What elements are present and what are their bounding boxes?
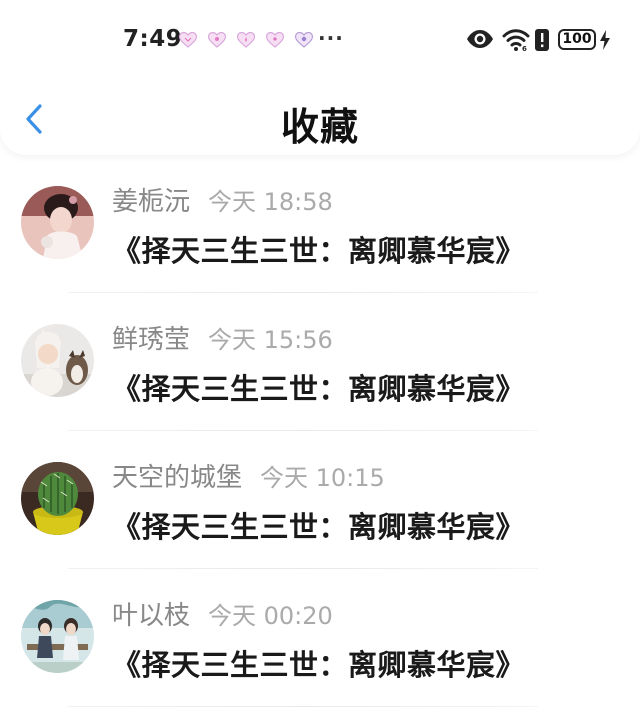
- avatar[interactable]: [21, 324, 94, 397]
- more-notifications-indicator: ···: [318, 26, 344, 50]
- nav-bar: 收藏: [0, 90, 640, 150]
- divider: [68, 706, 538, 707]
- timestamp: 今天 15:56: [208, 326, 333, 354]
- user-name[interactable]: 叶以枝: [112, 601, 190, 631]
- svg-text:6: 6: [522, 45, 527, 52]
- item-meta: 鲜琇莹 今天 15:56: [112, 319, 333, 355]
- user-name[interactable]: 天空的城堡: [112, 463, 242, 493]
- notification-icons: [178, 31, 314, 51]
- favorite-title[interactable]: 《择天三生三世：离卿慕华宸》: [112, 504, 525, 546]
- heart-icon: [236, 31, 256, 48]
- charging-icon: [600, 30, 610, 50]
- avatar[interactable]: [21, 462, 94, 535]
- timestamp: 今天 10:15: [260, 464, 385, 492]
- heart-icon: [265, 31, 285, 48]
- item-meta: 天空的城堡 今天 10:15: [112, 457, 385, 493]
- timestamp: 今天 00:20: [208, 602, 333, 630]
- eye-icon: [467, 30, 493, 48]
- list-item[interactable]: 叶以枝 今天 00:20 《择天三生三世：离卿慕华宸》: [0, 569, 640, 707]
- page-title: 收藏: [280, 105, 359, 149]
- favorites-list: 姜栀沅 今天 18:58 《择天三生三世：离卿慕华宸》 鲜琇莹 今天 15:56…: [0, 155, 640, 707]
- wifi-icon: 6: [502, 29, 530, 52]
- status-bar: 7:49 ··· 6 100: [0, 0, 640, 80]
- item-meta: 叶以枝 今天 00:20: [112, 595, 333, 631]
- alert-icon: [535, 29, 549, 51]
- header: 7:49 ··· 6 100 收藏: [0, 0, 640, 155]
- heart-icon: [294, 31, 314, 48]
- avatar[interactable]: [21, 600, 94, 673]
- avatar[interactable]: [21, 186, 94, 259]
- list-item[interactable]: 鲜琇莹 今天 15:56 《择天三生三世：离卿慕华宸》: [0, 293, 640, 431]
- favorite-title[interactable]: 《择天三生三世：离卿慕华宸》: [112, 228, 525, 270]
- list-item[interactable]: 天空的城堡 今天 10:15 《择天三生三世：离卿慕华宸》: [0, 431, 640, 569]
- favorites-screen: 7:49 ··· 6 100 收藏 姜栀沅 今天 18:58 《择天三生三世：离…: [0, 0, 640, 719]
- item-meta: 姜栀沅 今天 18:58: [112, 181, 333, 217]
- battery-icon: 100: [558, 29, 596, 50]
- heart-icon: [178, 31, 198, 48]
- timestamp: 今天 18:58: [208, 188, 333, 216]
- user-name[interactable]: 鲜琇莹: [112, 325, 190, 355]
- favorite-title[interactable]: 《择天三生三世：离卿慕华宸》: [112, 642, 525, 684]
- favorite-title[interactable]: 《择天三生三世：离卿慕华宸》: [112, 366, 525, 408]
- user-name[interactable]: 姜栀沅: [112, 187, 190, 217]
- status-time: 7:49: [123, 26, 183, 52]
- heart-icon: [207, 31, 227, 48]
- list-item[interactable]: 姜栀沅 今天 18:58 《择天三生三世：离卿慕华宸》: [0, 155, 640, 293]
